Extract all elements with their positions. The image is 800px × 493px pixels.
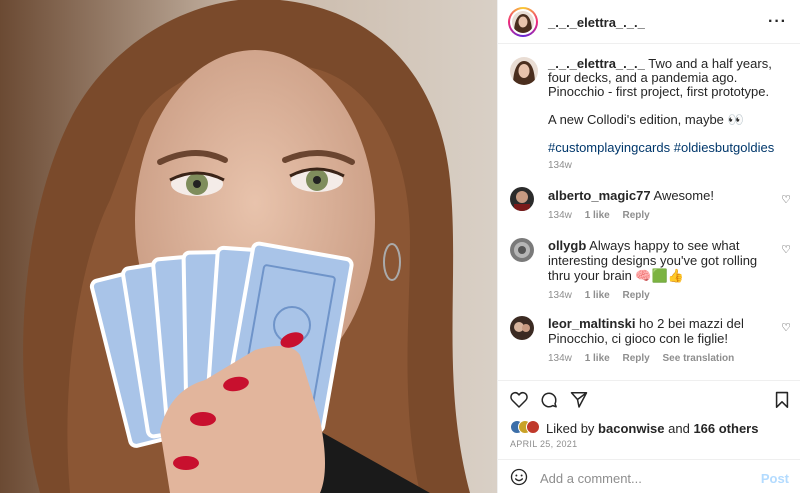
caption-hashtags[interactable]: #customplayingcards #oldiesbutgoldies xyxy=(548,141,788,155)
comment-username[interactable]: ollygb xyxy=(548,238,586,253)
more-options-icon[interactable]: ··· xyxy=(768,13,787,31)
like-heart-icon[interactable] xyxy=(510,391,528,411)
like-comment-heart-icon[interactable]: ♡ xyxy=(781,243,791,256)
save-bookmark-icon[interactable] xyxy=(775,391,789,411)
author-avatar[interactable] xyxy=(512,11,534,33)
comment-avatar[interactable] xyxy=(510,187,534,211)
comment-reply-button[interactable]: Reply xyxy=(623,210,650,221)
comment-text: Awesome! xyxy=(650,188,714,203)
comment: leor_maltinski ho 2 bei mazzi del Pinocc… xyxy=(548,316,768,366)
likes-count[interactable]: 166 others xyxy=(693,421,758,436)
comment-reply-button[interactable]: Reply xyxy=(623,290,650,301)
comment-time[interactable]: 134w xyxy=(548,353,572,364)
post-date[interactable]: APRIL 25, 2021 xyxy=(510,439,577,449)
caption-line-2: Pinocchio - first project, first prototy… xyxy=(548,84,770,99)
comment-bubble-icon[interactable] xyxy=(540,391,558,412)
comment-username[interactable]: alberto_magic77 xyxy=(548,188,651,203)
comment-avatar[interactable] xyxy=(510,316,534,340)
likes-summary: Liked by baconwise and 166 others xyxy=(510,420,795,438)
comment-likes[interactable]: 1 like xyxy=(585,353,610,364)
caption: _._._elettra_._._ Two and a half years, … xyxy=(548,57,788,173)
caption-username[interactable]: _._._elettra_._._ xyxy=(548,56,645,71)
comment-reply-button[interactable]: Reply xyxy=(623,353,650,364)
comment-likes[interactable]: 1 like xyxy=(585,290,610,301)
comment-likes[interactable]: 1 like xyxy=(585,210,610,221)
share-paper-plane-icon[interactable] xyxy=(570,391,588,411)
author-username[interactable]: _._._elettra_._._ xyxy=(548,15,645,30)
comment: alberto_magic77 Awesome! 134w 1 like Rep… xyxy=(548,188,768,223)
caption-avatar[interactable] xyxy=(510,57,538,85)
add-comment-input[interactable]: Add a comment... xyxy=(540,471,642,486)
like-comment-heart-icon[interactable]: ♡ xyxy=(781,321,791,334)
emoji-icon[interactable] xyxy=(510,468,528,489)
comment-box: Add a comment... Post xyxy=(498,459,800,493)
caption-line-3: A new Collodi's edition, maybe 👀 xyxy=(548,112,744,127)
post-panel: _._._elettra_._._ ··· _._._elettra_._._ … xyxy=(497,0,800,493)
post-comment-button[interactable]: Post xyxy=(761,471,789,486)
comment-time[interactable]: 134w xyxy=(548,210,572,221)
post-header: _._._elettra_._._ ··· xyxy=(498,0,800,44)
comment-username[interactable]: leor_maltinski xyxy=(548,316,635,331)
comment: ollygb Always happy to see what interest… xyxy=(548,238,768,303)
see-translation-button[interactable]: See translation xyxy=(663,353,735,364)
caption-time[interactable]: 134w xyxy=(548,160,572,171)
action-bar xyxy=(498,380,800,413)
comment-time[interactable]: 134w xyxy=(548,290,572,301)
post-photo-illustration xyxy=(0,0,497,493)
likes-prefix: Liked by xyxy=(546,421,599,436)
comment-avatar[interactable] xyxy=(510,238,534,262)
post-image[interactable] xyxy=(0,0,497,493)
likes-mid: and xyxy=(664,421,694,436)
comments-area: _._._elettra_._._ Two and a half years, … xyxy=(498,45,800,380)
likes-user[interactable]: baconwise xyxy=(598,421,664,436)
like-comment-heart-icon[interactable]: ♡ xyxy=(781,193,791,206)
story-ring[interactable] xyxy=(508,7,538,37)
